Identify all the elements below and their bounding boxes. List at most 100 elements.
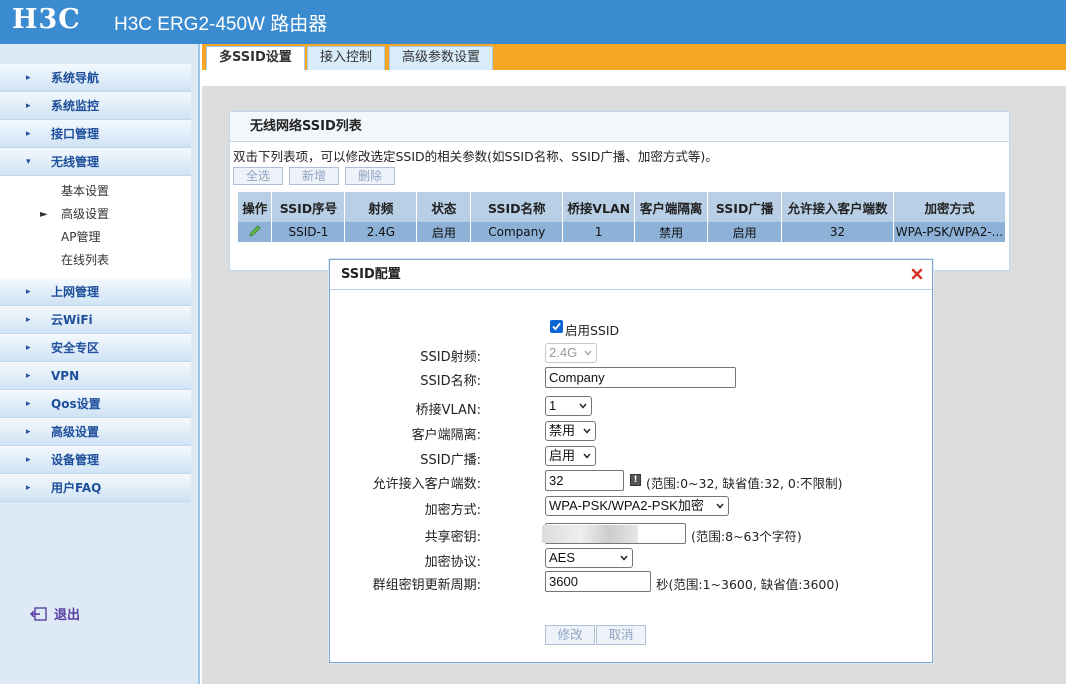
expand-icon: ▸ [26,101,31,111]
enable-ssid-label: 启用SSID [565,323,620,338]
column-header: 状态 [416,192,472,222]
current-caret-icon: ► [40,209,48,220]
sidebar-item-security[interactable]: ▸ 安全专区 [0,334,191,362]
sidebar-item-vpn[interactable]: ▸ VPN [0,362,191,390]
wireless-submenu: 基本设置 ► 高级设置 AP管理 在线列表 [0,176,191,278]
sidebar-item-system-monitor[interactable]: ▸ 系统监控 [0,92,191,120]
ssid-name-input[interactable]: Company [545,367,736,388]
sidebar-item-faq[interactable]: ▸ 用户FAQ [0,474,191,502]
encryption-select[interactable]: WPA-PSK/WPA2-PSK加密 [545,496,729,516]
panel-title: 无线网络SSID列表 [230,112,1009,142]
sidebar-item-advanced[interactable]: ▸ 高级设置 [0,418,191,446]
column-header: SSID名称 [470,192,564,222]
brand-logo: H3C [12,4,81,35]
sidebar-item-internet[interactable]: ▸ 上网管理 [0,278,191,306]
expand-icon: ▸ [26,427,31,437]
ssid-name-label: SSID名称: [420,374,481,389]
tab-advanced-params[interactable]: 高级参数设置 [389,46,494,70]
chevron-down-icon [583,428,591,434]
close-icon[interactable] [911,268,923,280]
rekey-label: 群组密钥更新周期: [372,578,481,593]
shared-key-label: 共享密钥: [424,530,481,545]
rekey-hint: 秒(范围:1~3600, 缺省值:3600) [656,577,840,592]
sidebar-subitem-ap[interactable]: AP管理 [0,226,191,249]
sidebar-subitem-online[interactable]: 在线列表 [0,249,191,272]
sidebar: ▸ 系统导航 ▸ 系统监控 ▸ 接口管理 ▾ 无线管理 基本设置 ► 高级设置 AP管理 … [0,44,200,684]
dialog-title: SSID配置 [330,260,932,290]
isolation-select[interactable]: 禁用 [545,421,596,441]
band-label: SSID射频: [420,350,481,365]
column-header: 加密方式 [893,192,1007,222]
cell-encryption: WPA-PSK/WPA2-... [893,222,1007,242]
expand-icon: ▸ [26,483,31,493]
add-button[interactable]: 新增 [289,167,339,185]
redacted-key [542,525,638,543]
isolation-label: 客户端隔离: [411,428,481,443]
chevron-down-icon [579,403,587,409]
sidebar-subitem-advanced[interactable]: ► 高级设置 [0,203,191,226]
column-header: 允许接入客户端数 [781,192,894,222]
expand-icon: ▸ [26,371,31,381]
shared-key-hint: (范围:8~63个字符) [691,529,802,544]
tab-access-control[interactable]: 接入控制 [307,46,386,70]
sidebar-item-wireless[interactable]: ▾ 无线管理 [0,148,191,176]
select-all-button[interactable]: 全选 [233,167,283,185]
cell-max-clients: 32 [781,222,894,242]
max-clients-label: 允许接入客户端数: [372,477,481,492]
sidebar-item-system-nav[interactable]: ▸ 系统导航 [0,64,191,92]
top-header: H3C H3C ERG2-450W 路由器 [0,0,1066,44]
enable-ssid-checkbox[interactable] [550,320,563,333]
ssid-table: 操作 SSID序号 射频 状态 SSID名称 桥接VLAN 客户端隔离 SSID… [238,192,1007,242]
chevron-down-icon [583,453,591,459]
cipher-select[interactable]: AES [545,548,633,568]
delete-button[interactable]: 删除 [345,167,395,185]
expand-icon: ▸ [26,315,31,325]
ssid-config-dialog: SSID配置 启用SSID SSID射频: 2.4G SSID名称: Compa… [329,259,933,663]
expand-icon: ▸ [26,129,31,139]
expand-icon: ▸ [26,73,31,83]
tab-bar: 多SSID设置 接入控制 高级参数设置 [202,44,1066,70]
cell-ssid-name: Company [470,222,564,242]
expand-icon: ▸ [26,343,31,353]
edit-cell[interactable] [238,222,273,242]
collapse-icon: ▾ [26,157,31,167]
rekey-input[interactable]: 3600 [545,571,651,592]
cell-vlan: 1 [562,222,636,242]
sidebar-item-qos[interactable]: ▸ Qos设置 [0,390,191,418]
encryption-label: 加密方式: [424,503,481,518]
table-header: 操作 SSID序号 射频 状态 SSID名称 桥接VLAN 客户端隔离 SSID… [238,192,1007,222]
checkmark-icon [552,322,561,331]
max-clients-hint: (范围:0~32, 缺省值:32, 0:不限制) [646,476,843,491]
tab-multi-ssid[interactable]: 多SSID设置 [206,46,305,70]
sidebar-item-interface[interactable]: ▸ 接口管理 [0,120,191,148]
column-header: SSID序号 [271,192,346,222]
broadcast-label: SSID广播: [420,453,481,468]
cancel-button[interactable]: 取消 [596,625,646,645]
max-clients-input[interactable]: 32 [545,470,624,491]
edit-pencil-icon[interactable] [248,224,262,238]
table-row[interactable]: SSID-1 2.4G 启用 Company 1 禁用 启用 32 WPA-PS… [238,222,1007,242]
broadcast-select[interactable]: 启用 [545,446,596,466]
logout-button[interactable]: 退出 [30,604,80,623]
cipher-label: 加密协议: [424,555,481,570]
panel-description: 双击下列表项，可以修改选定SSID的相关参数(如SSID名称、SSID广播、加密… [233,149,718,164]
band-select: 2.4G [545,343,597,363]
column-header: 客户端隔离 [634,192,709,222]
column-header: 射频 [344,192,418,222]
vlan-label: 桥接VLAN: [415,403,481,418]
device-title: H3C ERG2-450W 路由器 [114,14,328,35]
column-header: 操作 [238,192,273,222]
cell-band: 2.4G [344,222,418,242]
sidebar-item-cloud-wifi[interactable]: ▸ 云WiFi [0,306,191,334]
vlan-select[interactable]: 1 [545,396,592,416]
chevron-down-icon [716,503,724,509]
modify-button[interactable]: 修改 [545,625,595,645]
cell-ssid-index: SSID-1 [271,222,346,242]
cell-status: 启用 [416,222,472,242]
cell-broadcast: 启用 [707,222,783,242]
chevron-down-icon [620,555,628,561]
expand-icon: ▸ [26,455,31,465]
sidebar-item-device[interactable]: ▸ 设备管理 [0,446,191,474]
sidebar-subitem-basic[interactable]: 基本设置 [0,180,191,203]
ssid-list-panel: 无线网络SSID列表 双击下列表项，可以修改选定SSID的相关参数(如SSID名… [229,111,1010,271]
